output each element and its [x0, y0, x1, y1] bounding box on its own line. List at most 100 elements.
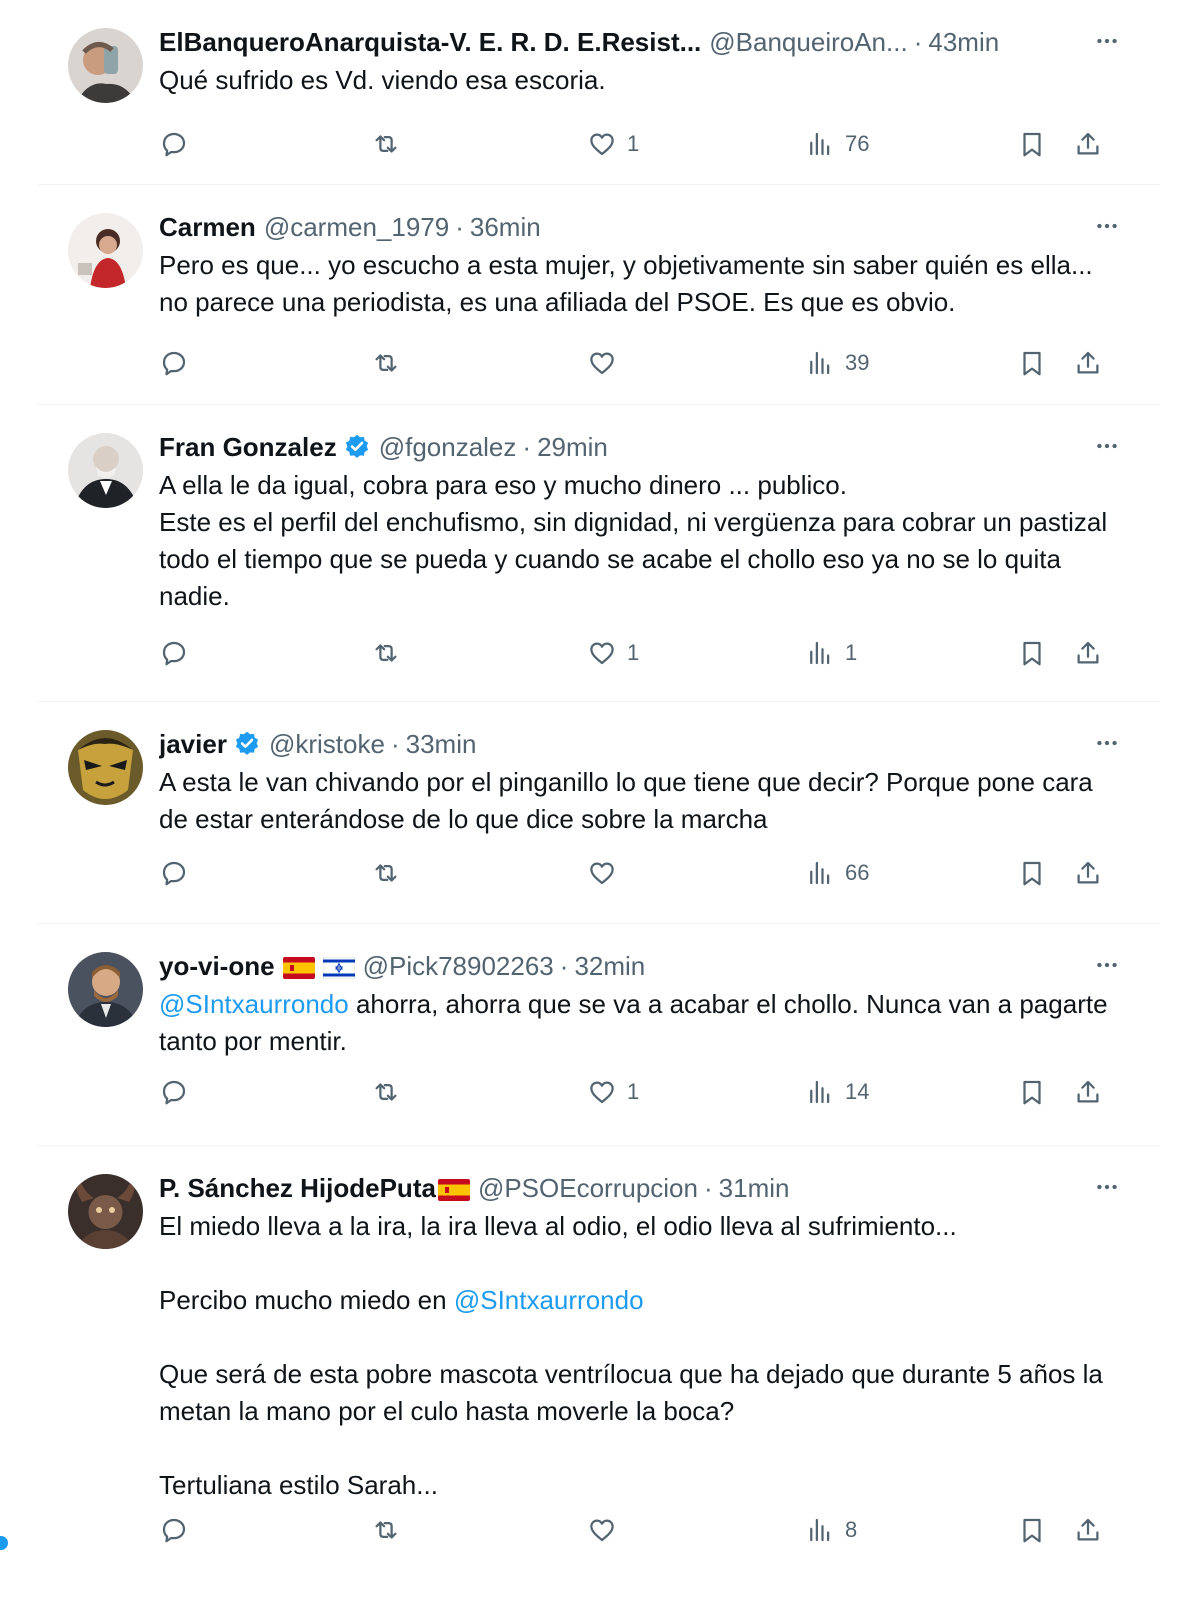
share-icon: [1077, 641, 1099, 664]
views-chart-icon: [810, 132, 830, 156]
like-button[interactable]: [587, 1510, 627, 1550]
bookmark-button[interactable]: [1017, 853, 1047, 893]
views-button[interactable]: 14: [805, 1072, 869, 1112]
like-button[interactable]: 1: [587, 633, 639, 673]
tweet-text-line: Pero es que... yo escucho a esta mujer, …: [159, 250, 1093, 317]
tweet[interactable]: yo-vi-one @Pick78902263 · 32min @SIntxau…: [38, 924, 1160, 1146]
repost-button[interactable]: [371, 124, 401, 164]
tweet-text-line: A ella le da igual, cobra para eso y muc…: [159, 470, 847, 500]
bookmark-button[interactable]: [1017, 633, 1047, 673]
reply-button[interactable]: [159, 124, 189, 164]
bookmark-button[interactable]: [1017, 1510, 1047, 1550]
bookmark-button[interactable]: [1017, 343, 1047, 383]
repost-button[interactable]: [371, 343, 401, 383]
heart-icon: [590, 352, 614, 375]
user-handle[interactable]: @kristoke: [269, 729, 385, 760]
user-handle[interactable]: @BanqueiroAn...: [709, 27, 907, 58]
user-handle[interactable]: @carmen_1979: [264, 212, 449, 243]
user-handle[interactable]: @fgonzalez: [379, 432, 517, 463]
views-button[interactable]: 8: [805, 1510, 857, 1550]
tweet[interactable]: Carmen @carmen_1979 · 36min Pero es que.…: [38, 185, 1160, 405]
display-name[interactable]: Carmen: [159, 212, 256, 243]
verified-badge-icon: [233, 730, 261, 758]
share-button[interactable]: [1073, 1510, 1103, 1550]
tweet-paragraph: Percibo mucho miedo en @SIntxaurrondo: [159, 1282, 1119, 1319]
share-button[interactable]: [1073, 853, 1103, 893]
avatar[interactable]: [68, 433, 143, 508]
tweet-text-line: Qué sufrido es Vd. viendo esa escoria.: [159, 65, 606, 95]
timestamp[interactable]: 31min: [719, 1173, 790, 1204]
repost-icon: [375, 644, 397, 662]
separator-dot: ·: [703, 1172, 713, 1203]
view-count: 66: [845, 860, 870, 885]
more-options-icon[interactable]: [1089, 1172, 1125, 1202]
reply-button[interactable]: [159, 343, 189, 383]
views-button[interactable]: 66: [805, 853, 869, 893]
timestamp[interactable]: 29min: [537, 432, 608, 463]
separator-dot: ·: [559, 950, 569, 981]
avatar-image: [68, 433, 143, 508]
views-button[interactable]: 76: [805, 124, 869, 164]
bookmark-button[interactable]: [1017, 1072, 1047, 1112]
bookmark-button[interactable]: [1017, 124, 1047, 164]
more-options-icon[interactable]: [1089, 728, 1125, 758]
share-button[interactable]: [1073, 124, 1103, 164]
avatar[interactable]: [68, 213, 143, 288]
reply-icon: [162, 132, 186, 157]
more-options-icon[interactable]: [1089, 950, 1125, 980]
share-button[interactable]: [1073, 633, 1103, 673]
timestamp[interactable]: 33min: [406, 729, 477, 760]
reply-button[interactable]: [159, 1510, 189, 1550]
share-button[interactable]: [1073, 1072, 1103, 1112]
avatar[interactable]: [68, 1174, 143, 1249]
timestamp[interactable]: 32min: [574, 951, 645, 982]
timestamp[interactable]: 36min: [470, 212, 541, 243]
mention-link[interactable]: @SIntxaurrondo: [159, 989, 349, 1019]
like-button[interactable]: 1: [587, 124, 639, 164]
reply-icon: [162, 861, 186, 886]
reply-button[interactable]: [159, 1072, 189, 1112]
share-button[interactable]: [1073, 343, 1103, 383]
action-bar: 1 1: [159, 633, 1119, 673]
mention-link[interactable]: @SIntxaurrondo: [454, 1285, 644, 1315]
heart-icon: [590, 1081, 614, 1104]
tweet-text: A ella le da igual, cobra para eso y muc…: [159, 467, 1119, 615]
views-button[interactable]: 1: [805, 633, 857, 673]
avatar[interactable]: [68, 952, 143, 1027]
like-button[interactable]: 1: [587, 1072, 639, 1112]
reply-button[interactable]: [159, 853, 189, 893]
like-button[interactable]: [587, 853, 627, 893]
tweet[interactable]: ElBanqueroAnarquista-V. E. R. D. E.Resis…: [38, 0, 1160, 185]
repost-button[interactable]: [371, 1072, 401, 1112]
display-name[interactable]: Fran Gonzalez: [159, 432, 337, 463]
reply-button[interactable]: [159, 633, 189, 673]
more-options-icon[interactable]: [1089, 211, 1125, 241]
display-name[interactable]: yo-vi-one: [159, 951, 275, 982]
repost-button[interactable]: [371, 633, 401, 673]
user-handle[interactable]: @PSOEcorrupcion: [478, 1173, 698, 1204]
repost-button[interactable]: [371, 1510, 401, 1550]
user-handle[interactable]: @Pick78902263: [363, 951, 554, 982]
more-options-icon[interactable]: [1089, 431, 1125, 461]
tweet-text-line: @SIntxaurrondo ahorra, ahorra que se va …: [159, 986, 1119, 1060]
more-options-icon[interactable]: [1089, 26, 1125, 56]
views-chart-icon: [810, 351, 830, 375]
repost-button[interactable]: [371, 853, 401, 893]
heart-icon: [590, 862, 614, 885]
tweet-blank-line: [159, 1430, 1119, 1467]
avatar[interactable]: [68, 28, 143, 103]
views-chart-icon: [810, 641, 830, 665]
timestamp[interactable]: 43min: [928, 27, 999, 58]
display-name[interactable]: P. Sánchez HijodePuta: [159, 1173, 436, 1204]
views-button[interactable]: 39: [805, 343, 869, 383]
tweet[interactable]: javier @kristoke · 33min A esta le van c…: [38, 702, 1160, 924]
bookmark-icon: [1023, 1518, 1041, 1543]
display-name[interactable]: ElBanqueroAnarquista-V. E. R. D. E.Resis…: [159, 27, 701, 58]
tweet[interactable]: P. Sánchez HijodePuta @PSOEcorrupcion · …: [38, 1146, 1160, 1600]
tweet[interactable]: Fran Gonzalez @fgonzalez · 29min A ella …: [38, 405, 1160, 702]
display-name[interactable]: javier: [159, 729, 227, 760]
avatar[interactable]: [68, 730, 143, 805]
like-count: 1: [627, 640, 640, 665]
tweet-text-body: Percibo mucho miedo en: [159, 1285, 454, 1315]
like-button[interactable]: [587, 343, 627, 383]
